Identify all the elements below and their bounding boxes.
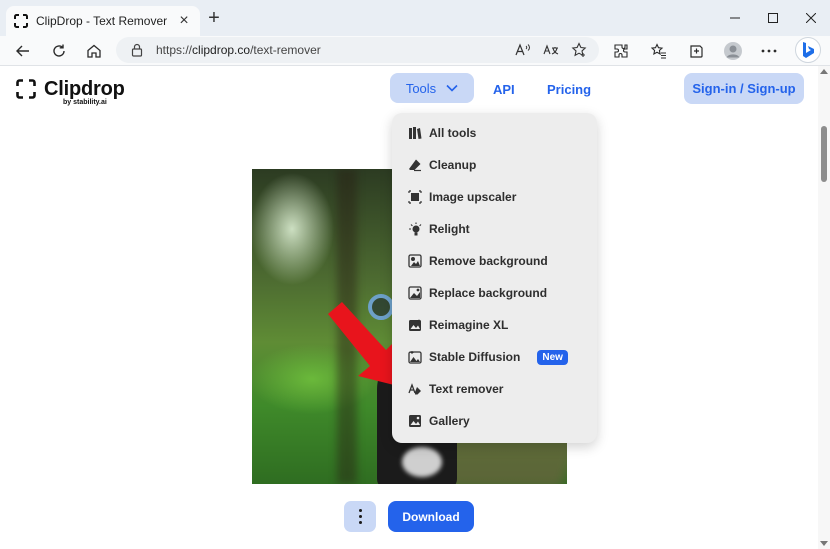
menu-item-cleanup[interactable]: Cleanup bbox=[392, 150, 597, 180]
brand-name: Clipdrop bbox=[44, 78, 125, 100]
favorite-icon[interactable] bbox=[568, 39, 590, 61]
menu-item-label: Gallery bbox=[429, 414, 470, 428]
close-tab-icon[interactable]: × bbox=[176, 13, 192, 29]
all-tools-icon bbox=[409, 127, 422, 139]
extensions-icon[interactable] bbox=[610, 40, 632, 62]
kebab-dot bbox=[358, 515, 362, 518]
url-text[interactable]: https://clipdrop.co/text-remover bbox=[156, 43, 321, 57]
refresh-icon[interactable] bbox=[48, 40, 70, 62]
minimize-icon[interactable] bbox=[716, 0, 754, 36]
signin-button[interactable]: Sign-in / Sign-up bbox=[684, 73, 804, 104]
remove-background-icon bbox=[408, 254, 422, 268]
new-badge: New bbox=[537, 349, 568, 365]
text-remover-icon bbox=[408, 383, 421, 395]
menu-item-label: Cleanup bbox=[429, 158, 477, 172]
tools-dropdown-menu: All tools Cleanup Image upscaler Relight… bbox=[392, 113, 597, 443]
page-scrollbar[interactable] bbox=[818, 66, 830, 549]
gallery-icon bbox=[409, 415, 421, 427]
collections-icon[interactable] bbox=[685, 40, 707, 62]
url-scheme: https:// bbox=[156, 43, 193, 57]
clipdrop-logo-icon bbox=[16, 79, 36, 99]
profile-icon[interactable] bbox=[722, 40, 744, 62]
brand-subtitle: by stability.ai bbox=[63, 99, 107, 106]
menu-item-label: Text remover bbox=[429, 382, 504, 396]
menu-item-label: Remove background bbox=[429, 254, 548, 268]
more-icon[interactable] bbox=[758, 40, 780, 62]
browser-tab[interactable]: ClipDrop - Text Remover × bbox=[6, 6, 200, 36]
scroll-up-icon[interactable] bbox=[820, 69, 828, 74]
scroll-down-icon[interactable] bbox=[820, 541, 828, 546]
chevron-down-icon bbox=[446, 84, 458, 92]
menu-item-text-remover[interactable]: Text remover bbox=[392, 374, 597, 404]
favorites-bar-icon[interactable] bbox=[648, 40, 670, 62]
menu-item-label: Image upscaler bbox=[429, 190, 517, 204]
download-button[interactable]: Download bbox=[388, 501, 474, 532]
clipdrop-logo[interactable]: Clipdrop by stability.ai bbox=[16, 78, 125, 106]
menu-item-label: Reimagine XL bbox=[429, 318, 509, 332]
relight-icon bbox=[409, 222, 422, 236]
menu-item-label: Stable Diffusion bbox=[429, 350, 521, 364]
address-bar[interactable]: https://clipdrop.co/text-remover bbox=[116, 37, 599, 63]
menu-item-label: Relight bbox=[429, 222, 470, 236]
api-link[interactable]: API bbox=[493, 82, 515, 97]
url-path: /text-remover bbox=[250, 43, 321, 57]
read-aloud-icon[interactable] bbox=[512, 39, 534, 61]
menu-item-label: All tools bbox=[429, 126, 477, 140]
scroll-thumb[interactable] bbox=[821, 126, 827, 182]
clipdrop-favicon-icon bbox=[14, 14, 28, 28]
menu-item-image-upscaler[interactable]: Image upscaler bbox=[392, 182, 597, 212]
back-icon[interactable] bbox=[12, 40, 34, 62]
maximize-icon[interactable] bbox=[754, 0, 792, 36]
menu-item-reimagine-xl[interactable]: Reimagine XL bbox=[392, 310, 597, 340]
more-options-button[interactable] bbox=[344, 501, 376, 532]
new-tab-icon[interactable]: + bbox=[204, 8, 224, 29]
upscale-icon bbox=[408, 190, 422, 204]
kebab-dot bbox=[358, 521, 362, 524]
stable-diffusion-icon bbox=[408, 351, 422, 364]
menu-item-replace-background[interactable]: Replace background bbox=[392, 278, 597, 308]
menu-item-stable-diffusion[interactable]: Stable Diffusion New bbox=[392, 342, 597, 372]
pricing-link[interactable]: Pricing bbox=[547, 82, 591, 97]
menu-item-remove-background[interactable]: Remove background bbox=[392, 246, 597, 276]
close-window-icon[interactable] bbox=[792, 0, 830, 36]
photo-dog-chest bbox=[402, 447, 442, 477]
menu-item-label: Replace background bbox=[429, 286, 548, 300]
bing-icon[interactable] bbox=[795, 37, 821, 63]
home-icon[interactable] bbox=[83, 40, 105, 62]
browser-titlebar: ClipDrop - Text Remover × + bbox=[0, 0, 830, 36]
reimagine-icon bbox=[409, 319, 421, 331]
url-host: clipdrop.co bbox=[192, 43, 251, 57]
menu-item-gallery[interactable]: Gallery bbox=[392, 406, 597, 436]
tab-title: ClipDrop - Text Remover bbox=[36, 14, 168, 28]
replace-background-icon bbox=[408, 286, 422, 300]
tools-dropdown-button[interactable]: Tools bbox=[390, 73, 474, 103]
menu-item-relight[interactable]: Relight bbox=[392, 214, 597, 244]
page-viewport: Clipdrop by stability.ai Tools API Prici… bbox=[0, 66, 830, 549]
eraser-icon bbox=[409, 159, 421, 172]
tools-label: Tools bbox=[405, 80, 437, 96]
browser-toolbar: https://clipdrop.co/text-remover bbox=[0, 36, 830, 66]
translate-icon[interactable] bbox=[540, 39, 562, 61]
menu-item-all-tools[interactable]: All tools bbox=[392, 118, 597, 148]
kebab-dot bbox=[358, 509, 362, 512]
lock-icon[interactable] bbox=[131, 43, 143, 57]
window-controls bbox=[716, 0, 830, 36]
